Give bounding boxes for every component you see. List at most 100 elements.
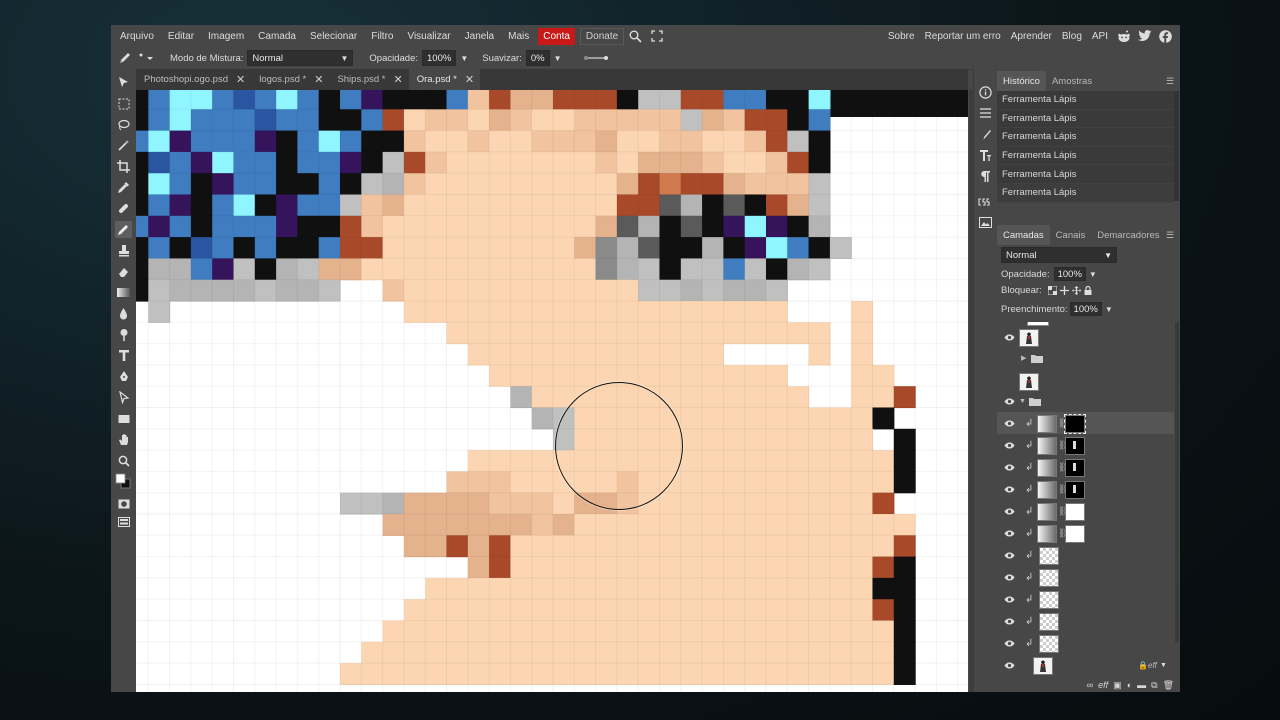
dodge-tool-icon[interactable] — [115, 326, 132, 343]
canvas-area[interactable] — [136, 90, 968, 692]
gradient-tool-icon[interactable] — [115, 284, 132, 301]
eye-icon[interactable] — [1003, 550, 1015, 560]
tab-historico[interactable]: Histórico — [997, 71, 1046, 91]
layer-row[interactable]: ▶ — [997, 347, 1174, 369]
move-tool-icon[interactable] — [115, 74, 132, 91]
menu-mais[interactable]: Mais — [501, 31, 536, 42]
history-item[interactable]: Ferramenta Lápis — [997, 91, 1174, 110]
account-button[interactable]: Conta — [538, 27, 575, 45]
brush-settings-icon[interactable] — [976, 125, 994, 143]
layer-row[interactable]: ↲ — [997, 610, 1174, 632]
layer-blend-mode-select[interactable]: Normal ▼ — [1001, 247, 1117, 263]
menu-arquivo[interactable]: Arquivo — [113, 31, 161, 42]
layer-row[interactable]: 🔒 eff ▼ — [997, 654, 1174, 676]
eye-icon[interactable] — [1003, 506, 1015, 516]
menu-selecionar[interactable]: Selecionar — [303, 31, 364, 42]
history-item[interactable]: Ferramenta Lápis — [997, 128, 1174, 147]
layers-scrollbar[interactable] — [1175, 322, 1179, 642]
history-scrollbar[interactable] — [1174, 91, 1179, 201]
crop-tool-icon[interactable] — [115, 158, 132, 175]
layer-mask-thumbnail[interactable] — [1064, 414, 1086, 434]
close-icon[interactable]: ✕ — [465, 73, 474, 86]
tab-amostras[interactable]: Amostras — [1046, 71, 1098, 91]
tab-ora[interactable]: Ora.psd * ✕ — [408, 69, 481, 90]
effects-icon[interactable]: eff — [1098, 680, 1108, 690]
eye-icon[interactable] — [1003, 418, 1015, 428]
eye-icon[interactable] — [1003, 616, 1015, 626]
chevron-down-icon[interactable]: ▼ — [1160, 662, 1167, 669]
menu-editar[interactable]: Editar — [161, 31, 201, 42]
layer-row[interactable]: ↲ ⛓ — [997, 456, 1174, 478]
eye-icon[interactable] — [1003, 594, 1015, 604]
opacity-chevron-icon[interactable]: ▼ — [460, 54, 468, 63]
hand-tool-icon[interactable] — [115, 431, 132, 448]
menu-reportar-erro[interactable]: Reportar um erro — [920, 31, 1006, 42]
lock-pixels-icon[interactable] — [1059, 286, 1069, 295]
eye-icon[interactable] — [1003, 484, 1015, 494]
menu-camada[interactable]: Camada — [251, 31, 303, 42]
new-layer-icon[interactable]: ⧉ — [1151, 680, 1157, 691]
history-item[interactable]: Ferramenta Lápis — [997, 110, 1174, 129]
zoom-tool-icon[interactable] — [115, 452, 132, 469]
image-icon[interactable] — [976, 213, 994, 231]
tab-logos[interactable]: logos.psd * ✕ — [251, 69, 329, 90]
twitter-icon[interactable] — [1134, 27, 1155, 45]
history-item[interactable]: Ferramenta Lápis — [997, 147, 1174, 166]
layer-row[interactable] — [997, 370, 1174, 392]
layer-row[interactable]: ↲ — [997, 632, 1174, 654]
menu-filtro[interactable]: Filtro — [364, 31, 400, 42]
reddit-icon[interactable] — [1113, 27, 1134, 45]
magic-wand-tool-icon[interactable] — [115, 137, 132, 154]
menu-janela[interactable]: Janela — [458, 31, 501, 42]
search-icon[interactable] — [624, 27, 646, 45]
pen-tool-icon[interactable] — [115, 368, 132, 385]
screen-mode-icon[interactable] — [115, 513, 132, 530]
layer-row[interactable]: ↲ — [997, 566, 1174, 588]
chevron-down-icon[interactable]: ▼ — [1105, 305, 1113, 314]
eye-icon[interactable] — [1003, 638, 1015, 648]
menu-imagem[interactable]: Imagem — [201, 31, 251, 42]
layer-mask-thumbnail[interactable] — [1065, 437, 1085, 455]
layer-row[interactable]: ↲ ⛓ — [997, 500, 1174, 522]
eye-icon[interactable] — [1003, 440, 1015, 450]
lasso-tool-icon[interactable] — [115, 116, 132, 133]
info-icon[interactable] — [976, 83, 994, 101]
donate-button[interactable]: Donate — [579, 27, 625, 45]
chevron-down-icon[interactable]: ▼ — [1089, 270, 1097, 279]
marquee-tool-icon[interactable] — [115, 95, 132, 112]
layer-opacity-input[interactable]: 100% — [1053, 267, 1086, 281]
adjustment-icon[interactable]: ◐ — [1127, 680, 1132, 690]
close-icon[interactable]: ✕ — [314, 73, 323, 86]
layer-row[interactable]: ↲ ⛓ — [997, 412, 1174, 434]
eye-icon[interactable] — [1003, 462, 1015, 472]
layer-row[interactable] — [997, 326, 1174, 348]
layer-row[interactable]: ↲ ⛓ — [997, 522, 1174, 544]
smooth-chevron-icon[interactable]: ▼ — [554, 54, 562, 63]
fill-input[interactable]: 100% — [1069, 302, 1102, 316]
mask-icon[interactable]: ▣ — [1113, 680, 1122, 691]
blend-mode-select[interactable]: Normal ▼ — [247, 50, 354, 66]
panel-menu-icon[interactable]: ☰ — [1166, 76, 1176, 86]
layer-row[interactable]: ↲ ⛓ — [997, 478, 1174, 500]
type-tool-icon[interactable] — [115, 347, 132, 364]
tab-photoshoplogo[interactable]: Photoshopi.ogo.psd ✕ — [136, 69, 251, 90]
quick-mask-icon[interactable] — [115, 495, 132, 512]
folder-icon[interactable]: ▬ — [1137, 680, 1146, 690]
layer-mask-thumbnail[interactable] — [1065, 481, 1085, 499]
chevron-down-icon[interactable]: ▼ — [1019, 398, 1026, 405]
facebook-icon[interactable] — [1155, 27, 1176, 45]
css-icon[interactable] — [976, 193, 994, 211]
eye-icon[interactable] — [1003, 396, 1015, 406]
eyedropper-tool-icon[interactable] — [115, 179, 132, 196]
eye-icon[interactable] — [1003, 332, 1015, 342]
color-swatches-icon[interactable] — [115, 472, 132, 489]
smooth-input[interactable]: 0% — [525, 50, 550, 66]
pixel-art-canvas[interactable] — [136, 90, 968, 692]
trash-icon[interactable]: 🗑 — [1163, 680, 1174, 691]
properties-icon[interactable] — [976, 104, 994, 122]
fullscreen-icon[interactable] — [646, 27, 668, 45]
tab-camadas[interactable]: Camadas — [997, 225, 1050, 245]
layer-row[interactable]: ↲ ⛓ — [997, 434, 1174, 456]
layer-mask-thumbnail[interactable] — [1065, 459, 1085, 477]
rectangle-tool-icon[interactable] — [115, 410, 132, 427]
